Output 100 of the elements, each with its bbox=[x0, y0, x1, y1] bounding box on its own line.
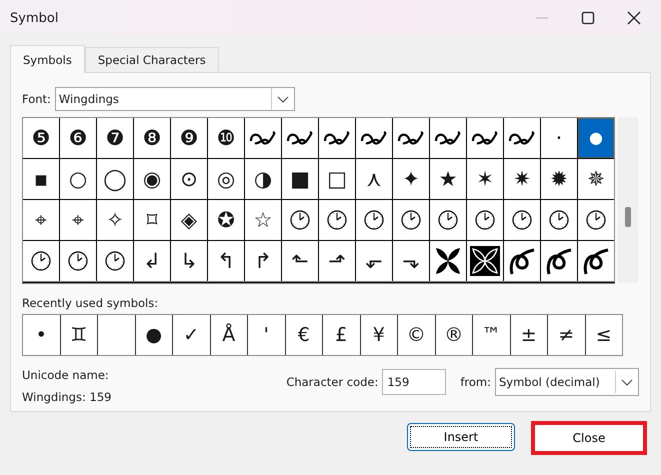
symbol-cell[interactable]: € bbox=[286, 315, 322, 355]
symbol-cell[interactable]: ◈ bbox=[171, 200, 207, 240]
symbol-cell[interactable]: ✓ bbox=[173, 315, 210, 355]
symbol-cell[interactable] bbox=[541, 200, 577, 240]
maximize-icon[interactable] bbox=[581, 11, 595, 25]
flourish-icon[interactable] bbox=[508, 129, 536, 147]
font-dropdown[interactable]: Wingdings bbox=[54, 87, 295, 111]
symbol-cell[interactable]: • bbox=[23, 315, 60, 355]
symbol-cell[interactable]: ⬏ bbox=[319, 241, 355, 281]
tab[interactable]: Symbols bbox=[10, 45, 85, 73]
symbol-cell[interactable]: ± bbox=[510, 315, 547, 355]
loop-icon[interactable] bbox=[508, 246, 536, 276]
leaf-pattern-icon[interactable] bbox=[434, 246, 462, 276]
symbol-cell[interactable] bbox=[245, 118, 281, 158]
symbol-cell[interactable]: ≠ bbox=[548, 315, 584, 355]
symbol-cell[interactable]: ™ bbox=[473, 315, 510, 355]
symbol-cell[interactable]: ⬑ bbox=[282, 241, 318, 281]
symbol-cell[interactable]: ❼ bbox=[97, 118, 133, 158]
symbol-cell[interactable] bbox=[356, 118, 392, 158]
symbol-cell[interactable]: ◯ bbox=[97, 159, 133, 199]
clock-icon[interactable] bbox=[289, 209, 311, 231]
symbol-cell[interactable] bbox=[23, 241, 59, 281]
symbol-cell[interactable]: ⌖ bbox=[23, 200, 59, 240]
symbol-cell[interactable]: ↰ bbox=[208, 241, 244, 281]
symbol-cell[interactable] bbox=[98, 315, 134, 355]
symbol-cell[interactable]: ○ bbox=[60, 159, 96, 199]
symbol-cell[interactable]: ⋏ bbox=[356, 159, 392, 199]
symbol-cell[interactable] bbox=[97, 241, 133, 281]
clock-icon[interactable] bbox=[104, 250, 126, 272]
symbol-cell[interactable]: ¥ bbox=[360, 315, 397, 355]
symbol-cell[interactable]: ❽ bbox=[134, 118, 170, 158]
from-dropdown[interactable]: Symbol (decimal) bbox=[495, 368, 639, 396]
symbol-cell[interactable]: ⬎ bbox=[393, 241, 429, 281]
symbol-cell[interactable] bbox=[504, 200, 540, 240]
symbol-cell[interactable] bbox=[319, 118, 355, 158]
symbol-cell[interactable] bbox=[430, 118, 466, 158]
symbol-cell[interactable]: ↱ bbox=[245, 241, 281, 281]
symbol-cell[interactable] bbox=[282, 200, 318, 240]
flourish-icon[interactable] bbox=[286, 129, 314, 147]
symbol-cell[interactable]: ◑ bbox=[245, 159, 281, 199]
symbol-cell[interactable]: ● bbox=[578, 118, 614, 158]
symbol-cell[interactable]: ☆ bbox=[245, 200, 281, 240]
symbol-cell[interactable]: ❻ bbox=[60, 118, 96, 158]
clock-icon[interactable] bbox=[511, 209, 533, 231]
loop-icon[interactable] bbox=[582, 246, 610, 276]
leaf-tile-icon[interactable] bbox=[470, 246, 500, 276]
symbol-cell[interactable] bbox=[282, 118, 318, 158]
flourish-icon[interactable] bbox=[471, 129, 499, 147]
symbol-cell[interactable]: ↲ bbox=[134, 241, 170, 281]
clock-icon[interactable] bbox=[437, 209, 459, 231]
symbol-cell[interactable] bbox=[578, 241, 614, 281]
clock-icon[interactable] bbox=[400, 209, 422, 231]
symbol-cell[interactable]: ★ bbox=[430, 159, 466, 199]
symbol-cell[interactable]: ® bbox=[436, 315, 472, 355]
flourish-icon[interactable] bbox=[323, 129, 351, 147]
symbol-cell[interactable]: ✦ bbox=[393, 159, 429, 199]
tab[interactable]: Special Characters bbox=[84, 47, 219, 72]
symbol-cell[interactable]: © bbox=[398, 315, 434, 355]
symbol-cell[interactable] bbox=[504, 241, 540, 281]
symbol-cell[interactable]: ◎ bbox=[208, 159, 244, 199]
dialog-button[interactable]: Close bbox=[531, 421, 647, 455]
flourish-icon[interactable] bbox=[360, 129, 388, 147]
symbol-cell[interactable]: ⬐ bbox=[356, 241, 392, 281]
dialog-button[interactable]: Insert bbox=[407, 423, 515, 451]
clock-icon[interactable] bbox=[30, 250, 52, 272]
symbol-cell[interactable]: ♊ bbox=[60, 315, 97, 355]
symbol-cell[interactable]: ✵ bbox=[578, 159, 614, 199]
close-icon[interactable] bbox=[627, 11, 641, 25]
clock-icon[interactable] bbox=[585, 209, 607, 231]
symbol-cell[interactable]: ❺ bbox=[23, 118, 59, 158]
symbol-cell[interactable]: ❿ bbox=[208, 118, 244, 158]
symbol-cell[interactable] bbox=[504, 118, 540, 158]
symbol-cell[interactable]: ⌖ bbox=[60, 200, 96, 240]
symbol-cell[interactable] bbox=[467, 241, 503, 281]
symbol-cell[interactable] bbox=[319, 200, 355, 240]
symbol-cell[interactable]: ✧ bbox=[97, 200, 133, 240]
symbol-cell[interactable]: ✷ bbox=[504, 159, 540, 199]
symbol-cell[interactable]: ⊙ bbox=[171, 159, 207, 199]
flourish-icon[interactable] bbox=[249, 129, 277, 147]
symbol-cell[interactable]: ❾ bbox=[171, 118, 207, 158]
symbol-cell[interactable]: £ bbox=[323, 315, 360, 355]
symbol-cell[interactable]: · bbox=[541, 118, 577, 158]
clock-icon[interactable] bbox=[67, 250, 89, 272]
symbol-cell[interactable]: ◉ bbox=[134, 159, 170, 199]
symbol-cell[interactable]: ✹ bbox=[541, 159, 577, 199]
clock-icon[interactable] bbox=[326, 209, 348, 231]
flourish-icon[interactable] bbox=[434, 129, 462, 147]
character-code-field[interactable]: 159 bbox=[382, 369, 446, 395]
loop-icon[interactable] bbox=[545, 246, 573, 276]
symbol-cell[interactable] bbox=[467, 118, 503, 158]
scrollbar-thumb[interactable] bbox=[625, 207, 631, 227]
clock-icon[interactable] bbox=[548, 209, 570, 231]
symbol-cell[interactable]: ● bbox=[136, 315, 172, 355]
symbol-cell[interactable]: ■ bbox=[282, 159, 318, 199]
clock-icon[interactable] bbox=[474, 209, 496, 231]
symbol-cell[interactable] bbox=[60, 241, 96, 281]
symbol-cell[interactable] bbox=[393, 118, 429, 158]
flourish-icon[interactable] bbox=[397, 129, 425, 147]
symbol-cell[interactable]: ' bbox=[248, 315, 284, 355]
symbol-cell[interactable]: ⌑ bbox=[134, 200, 170, 240]
